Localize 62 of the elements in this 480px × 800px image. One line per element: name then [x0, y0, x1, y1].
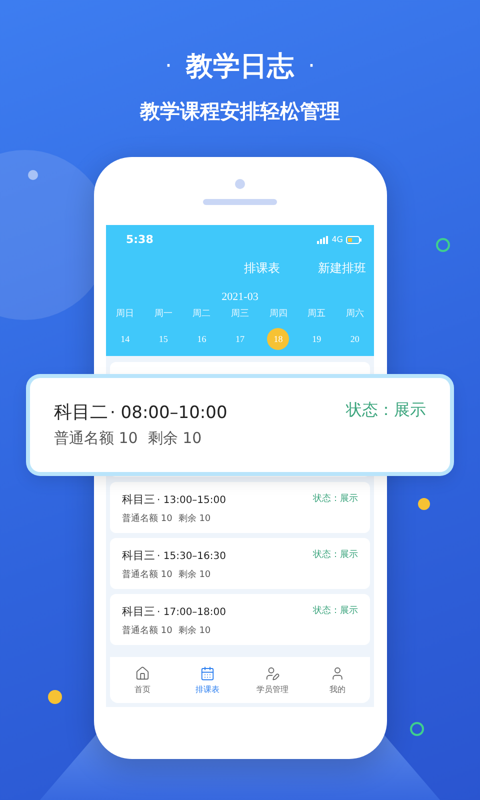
- weekday-label: 周五: [308, 308, 326, 320]
- headline-dot: ·: [308, 54, 315, 78]
- weekday-label: 周三: [230, 308, 249, 320]
- battery-icon: [346, 236, 362, 244]
- subtitle: 教学课程安排轻松管理: [140, 98, 340, 125]
- date-item[interactable]: 19: [306, 328, 328, 350]
- new-schedule-link[interactable]: 新建排班: [318, 260, 366, 277]
- weekday-label: 周四: [269, 308, 288, 320]
- weekday-label: 周一: [154, 308, 172, 320]
- course-time: · 13:00–15:00: [157, 495, 226, 506]
- date-item[interactable]: 18: [267, 328, 290, 350]
- date-item[interactable]: 20: [344, 328, 366, 350]
- course-card[interactable]: 科目三 · 17:00–18:00 普通名额 10 剩余 10 状态：展示: [110, 594, 370, 645]
- status-text: 状态：展示: [313, 548, 358, 562]
- status-text: 状态：展示: [346, 400, 426, 421]
- date-item[interactable]: 14: [114, 328, 136, 350]
- decor-ring: [436, 238, 450, 252]
- course-card[interactable]: 科目三 · 13:00–15:00 普通名额 10 剩余 10 状态：展示: [110, 482, 370, 533]
- remaining-text: 剩余 10: [178, 568, 211, 581]
- decor-ring: [410, 722, 424, 736]
- quota-text: 普通名额 10: [122, 512, 172, 525]
- course-time: · 08:00–10:00: [110, 403, 228, 423]
- status-text: 状态：展示: [313, 604, 358, 618]
- date-item[interactable]: 16: [190, 328, 213, 350]
- status-time: 5:38: [126, 233, 154, 246]
- person-pen-icon: [265, 666, 280, 680]
- quota-text: 普通名额 10: [122, 568, 172, 581]
- tab-item[interactable]: 排课表: [175, 666, 240, 694]
- page-title: 排课表: [244, 260, 280, 277]
- headline-title: 教学日志: [186, 50, 294, 84]
- course-subject: 科目三: [122, 604, 155, 619]
- remaining-text: 剩余 10: [148, 429, 202, 448]
- date-item[interactable]: 17: [228, 328, 251, 350]
- remaining-text: 剩余 10: [178, 512, 211, 525]
- course-card[interactable]: 科目三 · 15:30–16:30 普通名额 10 剩余 10 状态：展示: [110, 538, 370, 589]
- weekday-label: 周二: [192, 308, 211, 320]
- course-subject: 科目三: [122, 548, 155, 563]
- tab-item[interactable]: 我的: [305, 666, 370, 694]
- person-icon: [330, 666, 345, 680]
- course-subject: 科目三: [122, 492, 155, 507]
- tab-item[interactable]: 首页: [110, 666, 175, 694]
- course-time: · 17:00–18:00: [157, 607, 226, 618]
- tab-item[interactable]: 学员管理: [240, 666, 305, 694]
- status-text: 状态：展示: [313, 492, 358, 506]
- date-item[interactable]: 15: [152, 328, 174, 350]
- headline-dot: ·: [165, 54, 172, 78]
- camera-dot: [235, 179, 245, 189]
- quota-text: 普通名额 10: [54, 429, 138, 448]
- home-icon: [135, 666, 150, 680]
- remaining-text: 剩余 10: [178, 624, 211, 637]
- course-subject: 科目二: [54, 401, 108, 424]
- network-label: 4G: [332, 235, 343, 244]
- decor-dot: [28, 170, 38, 180]
- decor-dot: [48, 690, 62, 704]
- course-time: · 15:30–16:30: [157, 551, 226, 562]
- weekday-label: 周日: [116, 308, 134, 320]
- calendar-icon: [200, 666, 215, 680]
- quota-text: 普通名额 10: [122, 624, 172, 637]
- signal-icon: [316, 236, 329, 244]
- decor-dot: [418, 498, 430, 510]
- month-label: 2021-03: [222, 291, 258, 303]
- weekday-label: 周六: [346, 308, 364, 320]
